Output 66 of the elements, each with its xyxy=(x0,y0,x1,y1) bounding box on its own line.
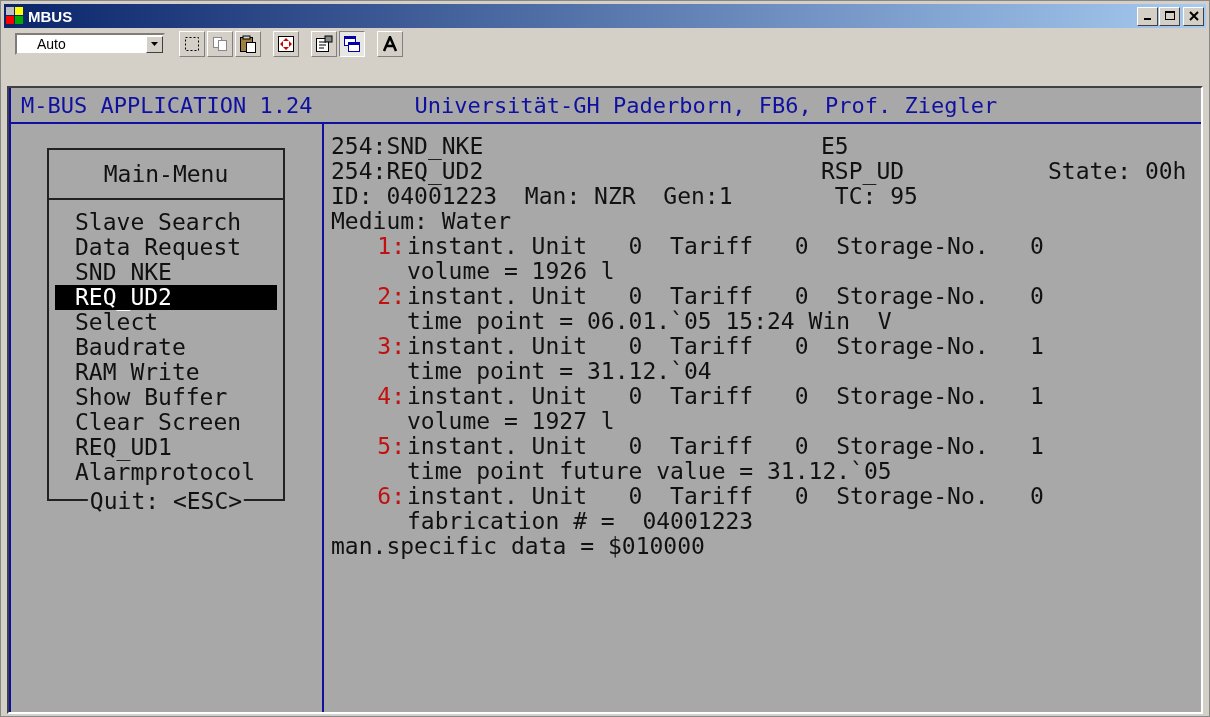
close-icon xyxy=(1188,11,1199,21)
institution-text: Universität-GH Paderborn, FB6, Prof. Ziegler xyxy=(414,92,998,118)
mark-button[interactable] xyxy=(179,31,205,57)
menu-item[interactable]: REQ_UD1 xyxy=(55,435,277,460)
menu-item[interactable]: SND_NKE xyxy=(55,260,277,285)
copy-button[interactable] xyxy=(207,31,233,57)
window-title: MBUS xyxy=(28,7,74,25)
manufacturer-data: man.specific data = $010000 xyxy=(331,534,705,559)
selection-icon xyxy=(184,36,200,52)
response-code: RSP_UD xyxy=(821,159,906,184)
record-number: 6: xyxy=(376,484,405,509)
record-value: time point future value = 31.12.`05 xyxy=(407,459,892,484)
menu-item[interactable]: Data Request xyxy=(55,235,277,260)
record-value: fabrication # = 04001223 xyxy=(407,509,754,534)
font-button[interactable] xyxy=(377,31,403,57)
app-icon xyxy=(6,7,24,25)
record-value: time point = 31.12.`04 xyxy=(407,359,712,384)
state-text: State: 00h xyxy=(1048,159,1187,184)
menu-item[interactable]: REQ_UD2 xyxy=(55,285,277,310)
maximize-button[interactable] xyxy=(1159,6,1180,26)
response-code: E5 xyxy=(821,134,850,159)
record-info: instant. Unit 0 Tariff 0 Storage-No. 1 xyxy=(407,384,1044,409)
record-info: instant. Unit 0 Tariff 0 Storage-No. 0 xyxy=(407,484,1044,509)
telegram-address: Medium: Water xyxy=(331,209,512,234)
clipboard-icon xyxy=(239,35,257,53)
record-number: 3: xyxy=(376,334,405,359)
dropdown-arrow-icon xyxy=(150,41,159,47)
application-title: M-BUS APPLICATION 1.24 xyxy=(21,92,313,118)
menu-title: Main-Menu xyxy=(49,150,283,200)
expand-arrows-icon xyxy=(277,35,295,53)
minimize-icon xyxy=(1144,18,1151,20)
properties-icon xyxy=(315,35,333,53)
minimize-button[interactable] xyxy=(1137,6,1158,26)
menu-item[interactable]: Clear Screen xyxy=(55,410,277,435)
menu-item[interactable]: Slave Search xyxy=(55,210,277,235)
record-number: 5: xyxy=(376,434,405,459)
record-number: 1: xyxy=(376,234,405,259)
properties-button[interactable] xyxy=(311,31,337,57)
menu-item[interactable]: RAM Write xyxy=(55,360,277,385)
record-value: volume = 1927 l xyxy=(407,409,615,434)
record-value: time point = 06.01.`05 15:24 Win V xyxy=(407,309,892,334)
paste-button[interactable] xyxy=(235,31,261,57)
response-code: TC: 95 xyxy=(834,184,919,209)
maximize-icon xyxy=(1164,11,1175,21)
menu-item[interactable]: Baudrate xyxy=(55,335,277,360)
quit-hint: Quit: <ESC> xyxy=(87,489,245,514)
record-info: instant. Unit 0 Tariff 0 Storage-No. 0 xyxy=(407,234,1044,259)
fullscreen-button[interactable] xyxy=(273,31,299,57)
record-number: 2: xyxy=(376,284,405,309)
record-info: instant. Unit 0 Tariff 0 Storage-No. 0 xyxy=(407,284,1044,309)
telegram-address: 254:REQ_UD2 xyxy=(331,159,485,184)
copy-icon xyxy=(212,36,228,52)
record-number: 4: xyxy=(376,384,405,409)
telegram-address: ID: 04001223 Man: NZR Gen:1 xyxy=(331,184,734,209)
telegram-address: 254:SND_NKE xyxy=(331,134,485,159)
windows-icon xyxy=(343,35,361,53)
font-size-dropdown[interactable]: Auto xyxy=(15,33,165,55)
letter-a-icon xyxy=(382,36,398,52)
menu-item[interactable]: Select xyxy=(55,310,277,335)
menu-item[interactable]: Alarmprotocol xyxy=(55,460,277,485)
menu-item[interactable]: Show Buffer xyxy=(55,385,277,410)
background-button[interactable] xyxy=(339,31,365,57)
record-info: instant. Unit 0 Tariff 0 Storage-No. 1 xyxy=(407,334,1044,359)
record-info: instant. Unit 0 Tariff 0 Storage-No. 1 xyxy=(407,434,1044,459)
record-value: volume = 1926 l xyxy=(407,259,615,284)
close-button[interactable] xyxy=(1183,6,1204,26)
